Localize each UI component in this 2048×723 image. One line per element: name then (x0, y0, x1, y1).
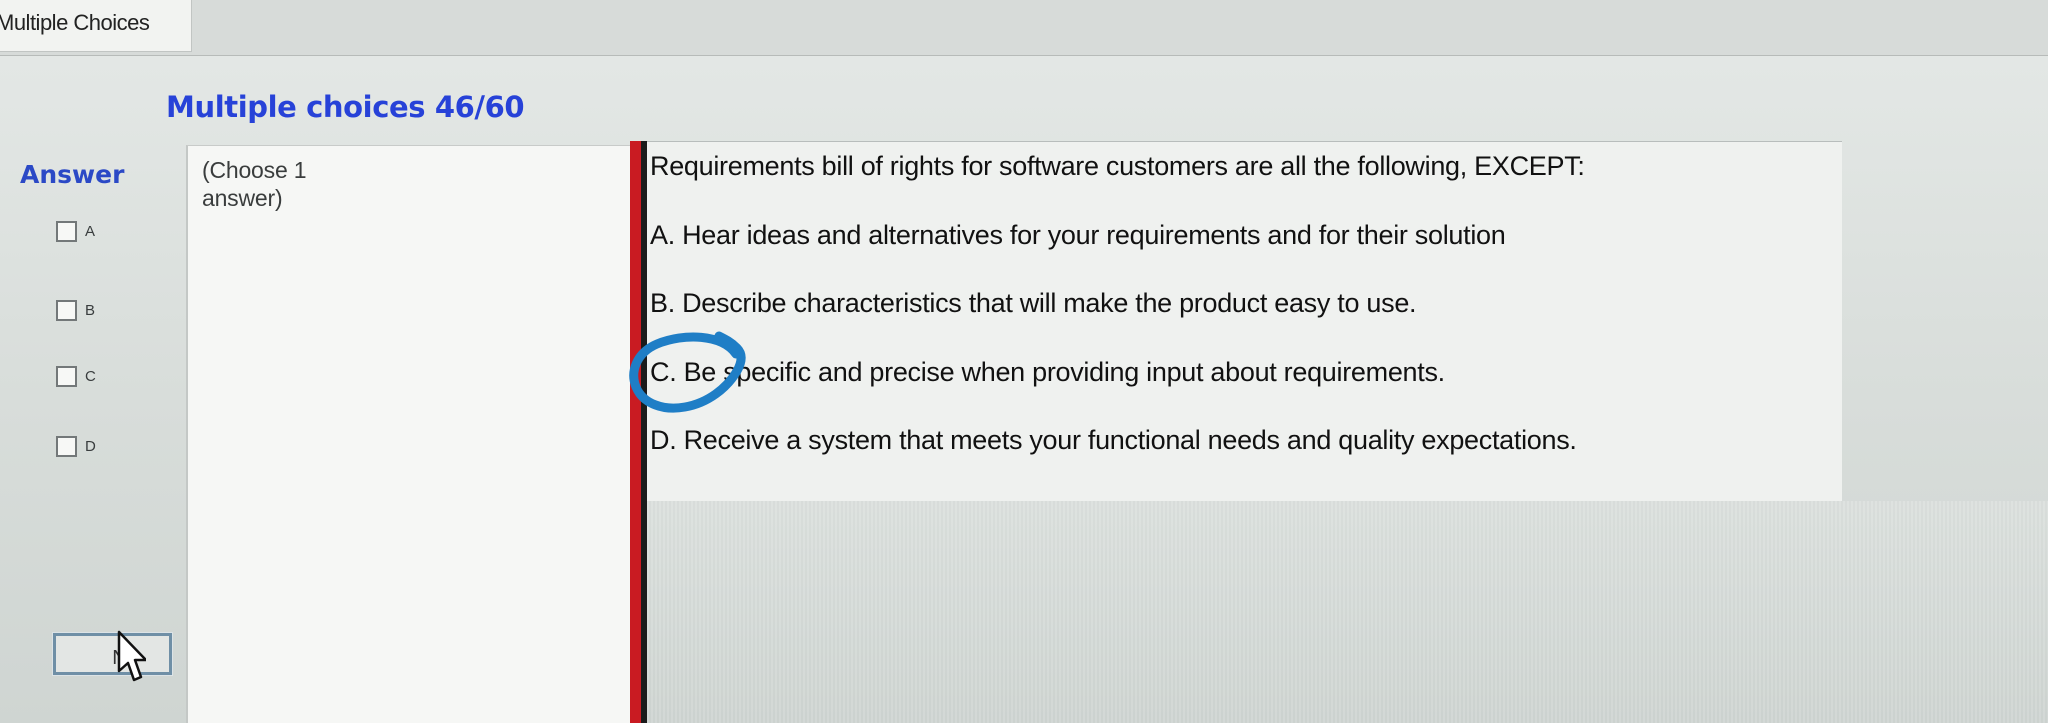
choice-d-label: D (85, 438, 96, 455)
option-d-text: D. Receive a system that meets your func… (650, 425, 1577, 455)
instruction-panel: (Choose 1 answer) (186, 145, 631, 723)
answer-heading: Answer (20, 160, 125, 189)
pointer-cursor-icon (117, 630, 146, 682)
answer-choice-c[interactable]: C (56, 366, 96, 387)
next-button[interactable]: Ne (52, 632, 173, 676)
question-text: Requirements bill of rights for software… (650, 151, 1585, 181)
tab-multiple-choices[interactable]: Multiple Choices (0, 0, 192, 52)
answer-choice-b[interactable]: B (56, 300, 95, 321)
choice-b-label: B (85, 302, 96, 319)
option-a-text: A. Hear ideas and alternatives for your … (650, 220, 1506, 250)
option-c-text: C. Be specific and precise when providin… (650, 357, 1445, 387)
checkbox-b[interactable] (56, 300, 77, 321)
checkbox-c[interactable] (56, 366, 77, 387)
choice-c-label: C (85, 368, 96, 385)
red-divider (630, 141, 641, 723)
empty-content-area (647, 501, 2048, 723)
checkbox-d[interactable] (56, 436, 77, 457)
quiz-screen: Multiple Choices Multiple choices 46/60 … (0, 0, 2048, 723)
tab-bar: Multiple Choices (0, 0, 2048, 56)
checkbox-a[interactable] (56, 221, 77, 242)
choice-a-label: A (85, 223, 96, 240)
question-progress-title: Multiple choices 46/60 (166, 90, 525, 124)
choose-instruction: (Choose 1 answer) (202, 157, 307, 211)
option-b-text: B. Describe characteristics that will ma… (650, 288, 1417, 318)
tab-label: Multiple Choices (0, 10, 150, 35)
answer-choice-a[interactable]: A (56, 221, 95, 242)
answer-choice-d[interactable]: D (56, 436, 96, 457)
